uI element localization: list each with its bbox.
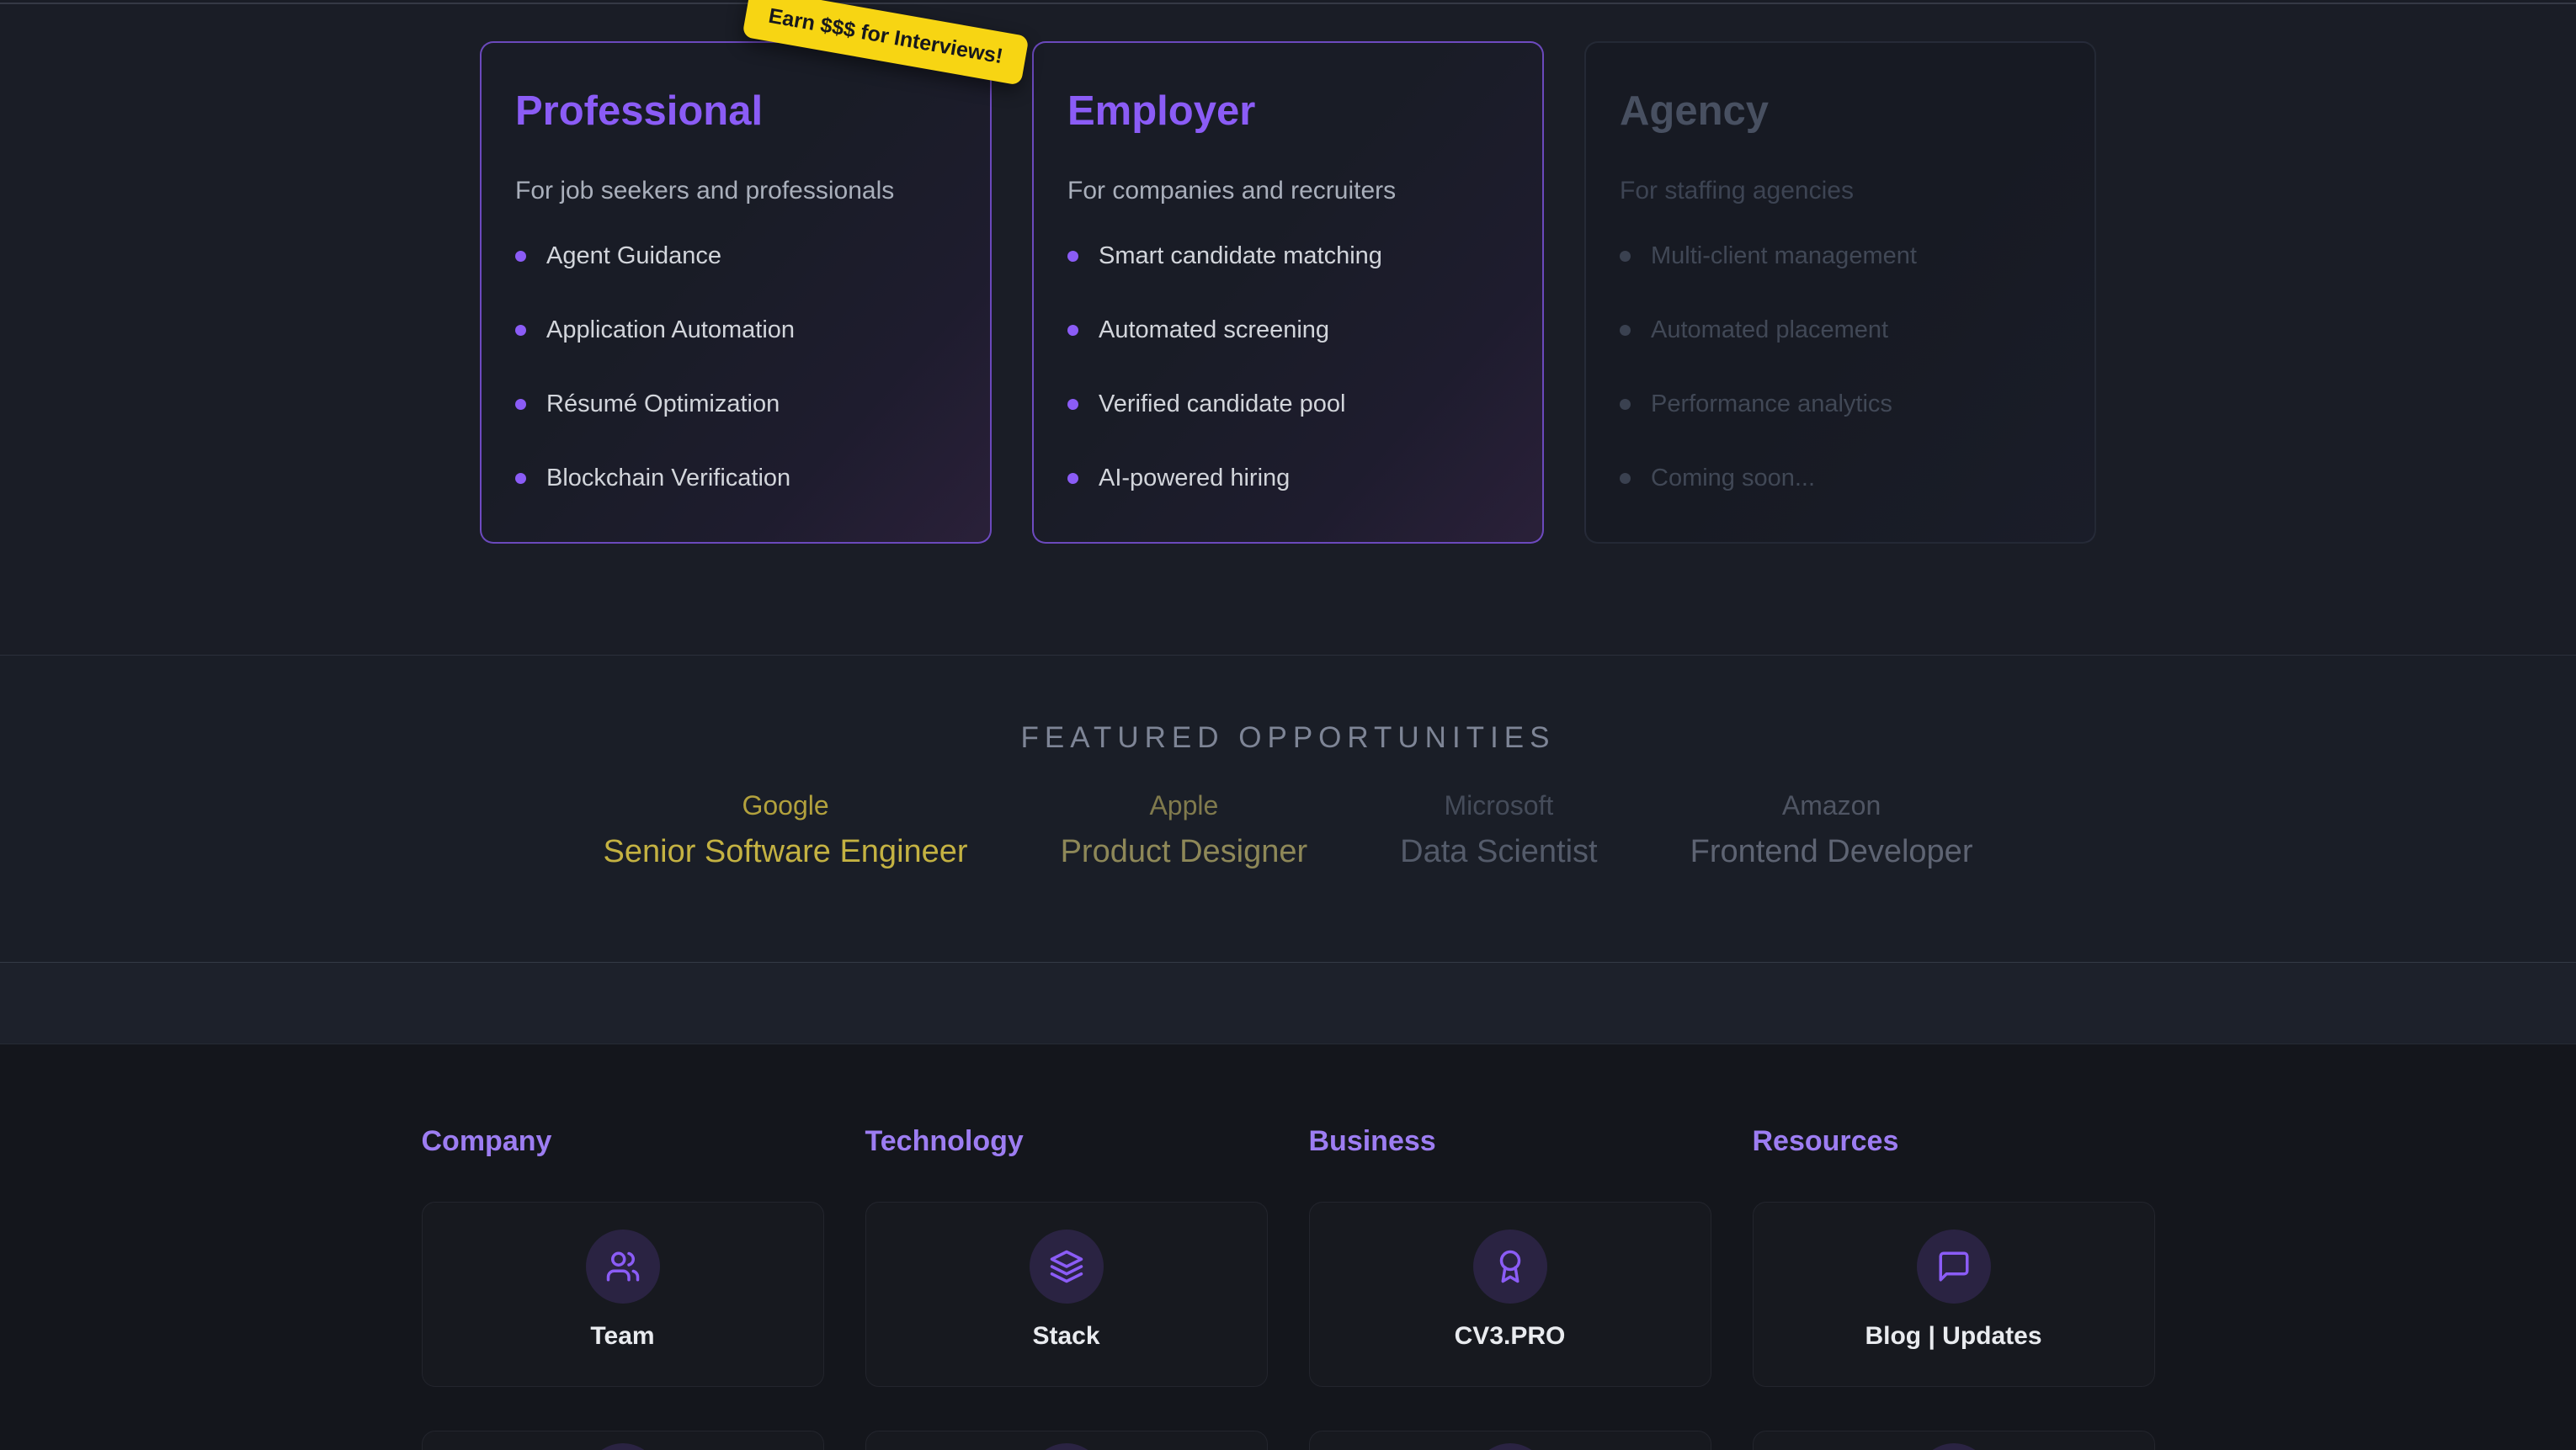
hidden-icon (586, 1443, 660, 1450)
bullet-dot-icon (1620, 399, 1631, 410)
persona-card-title: Agency (1620, 90, 2061, 133)
feature-item: Résumé Optimization (515, 390, 956, 418)
footer-column-heading: Company (422, 1125, 824, 1158)
feature-item: Blockchain Verification (515, 465, 956, 492)
feature-item: Automated placement (1620, 316, 2061, 344)
persona-card-professional[interactable]: Professional For job seekers and profess… (480, 41, 992, 544)
feature-label: Verified candidate pool (1099, 390, 1345, 418)
feature-item: Smart candidate matching (1067, 242, 1509, 270)
footer-card-label: Blog | Updates (1754, 1322, 2154, 1351)
award-icon (1473, 1230, 1547, 1304)
bullet-dot-icon (1067, 325, 1078, 336)
footer-card-partial[interactable] (865, 1431, 1268, 1450)
persona-card-title: Employer (1067, 90, 1509, 133)
footer-card-label: Stack (866, 1322, 1267, 1351)
footer-grid: Company Team Technology Stack (0, 1044, 2576, 1450)
feature-label: Agent Guidance (546, 242, 721, 270)
featured-heading: FEATURED OPPORTUNITIES (0, 656, 2576, 755)
persona-card-title: Professional (515, 90, 956, 133)
feature-item: Agent Guidance (515, 242, 956, 270)
footer-column-business: Business CV3.PRO (1309, 1125, 1711, 1450)
feature-label: Résumé Optimization (546, 390, 780, 418)
feature-label: Performance analytics (1651, 390, 1892, 418)
feature-list: Multi-client management Automated placem… (1620, 242, 2061, 492)
bullet-dot-icon (1067, 473, 1078, 484)
users-icon (586, 1230, 660, 1304)
footer-column-company: Company Team (422, 1125, 824, 1450)
job-company: Amazon (1690, 790, 1973, 821)
featured-opportunities-section: FEATURED OPPORTUNITIES Google Senior Sof… (0, 655, 2576, 962)
footer-column-heading: Business (1309, 1125, 1711, 1158)
feature-list: Agent Guidance Application Automation Ré… (515, 242, 956, 492)
job-role: Product Designer (1061, 834, 1308, 870)
footer-column-resources: Resources Blog | Updates (1753, 1125, 2155, 1450)
footer-card-label: CV3.PRO (1310, 1322, 1711, 1351)
feature-item: Coming soon... (1620, 465, 2061, 492)
persona-section: Earn $$$ for Interviews! Professional Fo… (0, 0, 2576, 655)
empty-strip (0, 962, 2576, 1044)
feature-item: Performance analytics (1620, 390, 2061, 418)
footer-card-team[interactable]: Team (422, 1202, 824, 1387)
feature-item: Automated screening (1067, 316, 1509, 344)
bullet-dot-icon (1067, 399, 1078, 410)
persona-card-employer[interactable]: Employer For companies and recruiters Sm… (1032, 41, 1544, 544)
feature-list: Smart candidate matching Automated scree… (1067, 242, 1509, 492)
feature-item: Verified candidate pool (1067, 390, 1509, 418)
persona-card-agency: Agency For staffing agencies Multi-clien… (1584, 41, 2096, 544)
footer-card-cv3pro[interactable]: CV3.PRO (1309, 1202, 1711, 1387)
feature-label: Blockchain Verification (546, 465, 790, 492)
persona-cards: Professional For job seekers and profess… (0, 0, 2576, 544)
persona-card-subtitle: For staffing agencies (1620, 177, 2061, 205)
feature-item: Application Automation (515, 316, 956, 344)
bullet-dot-icon (1620, 251, 1631, 262)
job-item-amazon[interactable]: Amazon Frontend Developer (1690, 790, 1973, 870)
job-item-apple[interactable]: Apple Product Designer (1061, 790, 1308, 870)
persona-card-subtitle: For job seekers and professionals (515, 177, 956, 205)
feature-label: Multi-client management (1651, 242, 1917, 270)
hidden-icon (1473, 1443, 1547, 1450)
footer-card-stack[interactable]: Stack (865, 1202, 1268, 1387)
persona-card-subtitle: For companies and recruiters (1067, 177, 1509, 205)
feature-item: AI-powered hiring (1067, 465, 1509, 492)
feature-label: Automated placement (1651, 316, 1888, 344)
footer-column-heading: Resources (1753, 1125, 2155, 1158)
job-role: Data Scientist (1400, 834, 1597, 870)
job-role: Senior Software Engineer (604, 834, 968, 870)
layers-icon (1030, 1230, 1104, 1304)
feature-item: Multi-client management (1620, 242, 2061, 270)
bullet-dot-icon (1620, 325, 1631, 336)
bullet-dot-icon (515, 251, 526, 262)
site-footer: Company Team Technology Stack (0, 1044, 2576, 1450)
footer-card-blog[interactable]: Blog | Updates (1753, 1202, 2155, 1387)
message-icon (1917, 1230, 1991, 1304)
job-company: Apple (1061, 790, 1308, 821)
job-item-microsoft[interactable]: Microsoft Data Scientist (1400, 790, 1597, 870)
job-role: Frontend Developer (1690, 834, 1973, 870)
section-top-divider (0, 3, 2576, 4)
feature-label: Automated screening (1099, 316, 1329, 344)
footer-column-technology: Technology Stack (865, 1125, 1268, 1450)
footer-column-heading: Technology (865, 1125, 1268, 1158)
bullet-dot-icon (515, 325, 526, 336)
job-company: Google (604, 790, 968, 821)
featured-jobs-carousel: Google Senior Software Engineer Apple Pr… (0, 790, 2576, 870)
job-item-google[interactable]: Google Senior Software Engineer (604, 790, 968, 870)
footer-card-partial[interactable] (422, 1431, 824, 1450)
bullet-dot-icon (1067, 251, 1078, 262)
feature-label: Smart candidate matching (1099, 242, 1382, 270)
footer-card-partial[interactable] (1309, 1431, 1711, 1450)
bullet-dot-icon (515, 473, 526, 484)
hidden-icon (1917, 1443, 1991, 1450)
hidden-icon (1030, 1443, 1104, 1450)
feature-label: AI-powered hiring (1099, 465, 1290, 492)
footer-card-label: Team (423, 1322, 823, 1351)
job-company: Microsoft (1400, 790, 1597, 821)
bullet-dot-icon (1620, 473, 1631, 484)
feature-label: Application Automation (546, 316, 795, 344)
bullet-dot-icon (515, 399, 526, 410)
footer-card-partial[interactable] (1753, 1431, 2155, 1450)
feature-label: Coming soon... (1651, 465, 1815, 492)
